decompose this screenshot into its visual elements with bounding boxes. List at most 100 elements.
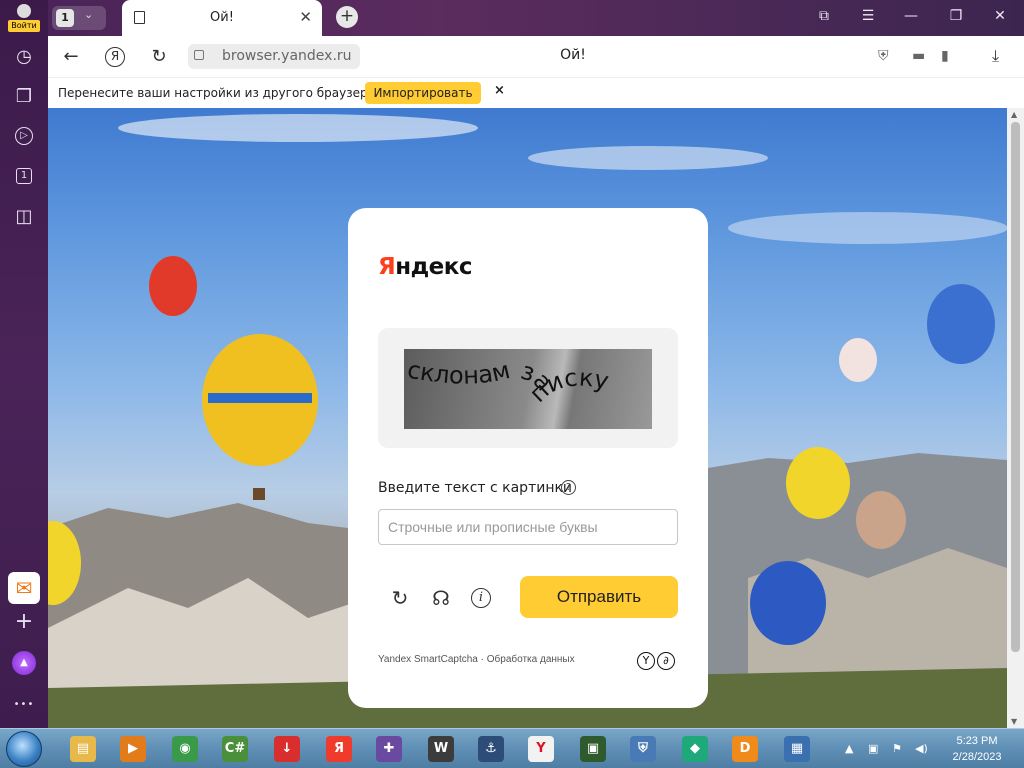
import-button[interactable]: Импортировать	[365, 82, 481, 104]
captcha-text: склонам записку	[405, 355, 611, 407]
yandex-logo: Яндекс	[378, 254, 473, 280]
history-icon[interactable]: ◷	[9, 41, 39, 71]
taskbar-world-of-warships-button[interactable]: ⚓	[472, 733, 510, 765]
tab-one-icon[interactable]: 1	[9, 161, 39, 191]
active-tab[interactable]: Ой! ✕	[122, 0, 322, 36]
taskbar-folder-app-button[interactable]: ▦	[778, 733, 816, 765]
cube-app-icon: ◆	[682, 736, 708, 762]
import-infobar: Перенесите ваши настройки из другого бра…	[48, 77, 1024, 108]
login-button[interactable]: Войти	[6, 2, 42, 32]
download-icon[interactable]: ⤓	[992, 46, 999, 66]
yandex-y-logo-icon: Y	[637, 652, 655, 670]
bookmarks-panel-icon[interactable]: ⧉	[814, 8, 834, 24]
taskbar-world-of-tanks-button[interactable]: W	[422, 733, 460, 765]
close-tab-icon[interactable]: ✕	[299, 8, 312, 26]
infobar-message: Перенесите ваши настройки из другого бра…	[58, 86, 379, 100]
yandex-home-icon[interactable]: Я	[105, 47, 125, 67]
tab-bar: 1 ⌄ Ой! ✕ + ⧉ ☰ — ❐ ✕	[48, 0, 1024, 36]
taskbar-yandex-browser-button[interactable]: Y	[522, 733, 560, 765]
infobar-close-button[interactable]: ×	[494, 83, 505, 98]
explorer-icon: ▤	[70, 736, 96, 762]
tab-counter-button[interactable]: 1 ⌄	[52, 6, 106, 30]
taskbar-csharp-editor-button[interactable]: C#	[216, 733, 254, 765]
minimize-icon[interactable]: —	[901, 8, 921, 24]
new-tab-button[interactable]: +	[336, 6, 358, 28]
taskbar-explorer-button[interactable]: ▤	[64, 733, 102, 765]
taskbar-cube-app-button[interactable]: ◆	[676, 733, 714, 765]
start-button[interactable]	[6, 731, 42, 767]
refresh-captcha-icon[interactable]: ↻	[388, 586, 412, 610]
media-player-icon: ▶	[120, 736, 146, 762]
browser-sidebar: Войти ◷ ❐ ▷ 1 ◫ ✉ + ▲ •••	[0, 0, 48, 728]
bookmark-icon[interactable]: ▮	[941, 48, 949, 64]
tab-count: 1	[56, 9, 74, 27]
taskbar-yandex-button[interactable]: Я	[320, 733, 358, 765]
taskbar-game-controller-button[interactable]: ✚	[370, 733, 408, 765]
windows-taskbar: ▤ ▶ ◉ C# ↓ Я ✚ W ⚓ Y ▣ ⛨ ◆ D ▦ ▲ ▣ ⚑ ◀) 5:23 PM 2/28/2…	[0, 728, 1024, 768]
video-icon[interactable]: ▷	[9, 121, 39, 151]
system-clock[interactable]: 5:23 PM 2/28/2023	[940, 733, 1014, 765]
yandex-browser-icon: Y	[528, 736, 554, 762]
chevron-down-icon: ⌄	[84, 8, 94, 21]
captcha-footer: Yandex SmartCaptcha · Обработка данных	[378, 654, 575, 665]
footer-brand: Yandex SmartCaptcha	[378, 654, 478, 665]
scroll-up-icon[interactable]: ▲	[1011, 110, 1017, 119]
network-app-icon: ⛨	[630, 736, 656, 762]
d3-app-icon: D	[732, 736, 758, 762]
volume-icon[interactable]: ◀)	[915, 742, 928, 755]
close-window-icon[interactable]: ✕	[990, 8, 1010, 24]
action-center-icon[interactable]: ⚑	[892, 742, 902, 755]
tab-title: Ой!	[210, 10, 234, 25]
page-scrollbar[interactable]: ▲ ▼	[1007, 108, 1024, 728]
world-of-tanks-icon: W	[428, 736, 454, 762]
captcha-image: склонам записку	[404, 349, 652, 429]
more-icon[interactable]: •••	[9, 689, 39, 719]
restore-icon[interactable]: ❐	[946, 8, 966, 24]
comment-icon[interactable]: ▬	[912, 48, 925, 64]
alice-icon[interactable]: ▲	[9, 648, 39, 678]
tray-expand-icon[interactable]: ▲	[845, 742, 853, 755]
info-icon[interactable]: i	[471, 588, 491, 608]
game-controller-icon: ✚	[376, 736, 402, 762]
captcha-card: Яндекс склонам записку Введите текст с к…	[348, 208, 708, 708]
login-label: Войти	[8, 20, 40, 32]
back-icon[interactable]: ←	[60, 46, 82, 68]
clock-date: 2/28/2023	[952, 751, 1002, 763]
data-processing-link[interactable]: Обработка данных	[487, 654, 575, 665]
captcha-distorted-text: склонам записку	[405, 355, 611, 407]
taskbar-media-player-button[interactable]: ▶	[114, 733, 152, 765]
taskbar-chrome-button[interactable]: ◉	[166, 733, 204, 765]
csharp-editor-icon: C#	[222, 736, 248, 762]
url-text: browser.yandex.ru	[222, 48, 352, 64]
collections-icon[interactable]: ❐	[9, 81, 39, 111]
mail-icon[interactable]: ✉	[8, 572, 40, 604]
smartcaptcha-logos: Y ∂	[637, 649, 677, 670]
menu-icon[interactable]: ☰	[858, 8, 878, 24]
taskbar-downloader-button[interactable]: ↓	[268, 733, 306, 765]
scrollbar-thumb[interactable]	[1011, 122, 1020, 652]
submit-button[interactable]: Отправить	[520, 576, 678, 618]
reload-icon[interactable]: ↻	[148, 46, 170, 68]
url-field[interactable]: browser.yandex.ru	[188, 44, 360, 69]
captcha-prompt: Введите текст с картинки	[378, 480, 573, 496]
screenshot-icon[interactable]: ◫	[9, 201, 39, 231]
protect-icon[interactable]: ⛨	[878, 48, 889, 64]
address-bar: ← Я ↻ browser.yandex.ru Ой! ⛨ ▬ ▮ ⤓	[48, 36, 1024, 77]
help-icon[interactable]: ?	[561, 480, 576, 495]
scroll-down-icon[interactable]: ▼	[1011, 717, 1017, 726]
folder-app-icon: ▦	[784, 736, 810, 762]
downloader-icon: ↓	[274, 736, 300, 762]
add-panel-icon[interactable]: +	[9, 606, 39, 636]
chrome-icon: ◉	[172, 736, 198, 762]
audio-captcha-icon[interactable]: ☊	[429, 586, 453, 610]
lock-icon	[194, 50, 204, 60]
taskbar-monitor-app-button[interactable]: ▣	[574, 733, 612, 765]
smartcaptcha-logo-icon: ∂	[657, 652, 675, 670]
taskbar-network-app-button[interactable]: ⛨	[624, 733, 662, 765]
network-tray-icon[interactable]: ▣	[868, 742, 878, 755]
world-of-warships-icon: ⚓	[478, 736, 504, 762]
captcha-input[interactable]	[378, 509, 678, 545]
taskbar-d3-app-button[interactable]: D	[726, 733, 764, 765]
yandex-icon: Я	[326, 736, 352, 762]
clock-time: 5:23 PM	[956, 735, 998, 747]
